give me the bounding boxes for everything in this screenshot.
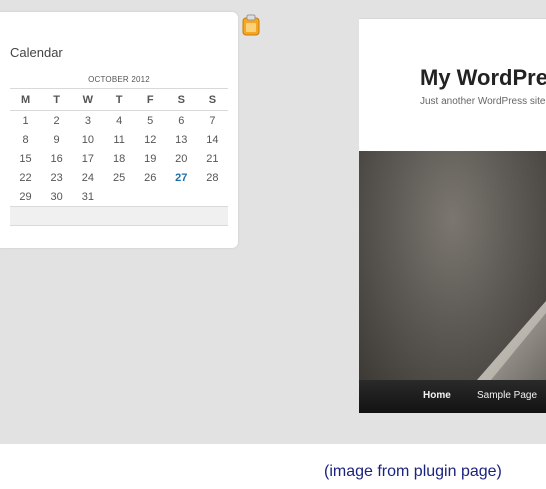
calendar-week-row: 29 30 31 (10, 187, 228, 207)
calendar-nav-footer (10, 206, 228, 226)
calendar: OCTOBER 2012 M T W T F S S 1 2 3 4 5 6 7… (10, 72, 228, 226)
calendar-day: 1 (22, 114, 29, 127)
calendar-day: 13 (175, 133, 188, 146)
calendar-day (135, 187, 166, 207)
calendar-week-row: 8 9 10 11 12 13 14 (10, 130, 228, 149)
calendar-day: 11 (113, 133, 125, 146)
calendar-day: 15 (19, 152, 32, 165)
calendar-day: 30 (50, 190, 63, 203)
calendar-day: 9 (53, 133, 60, 146)
weekday-header: M (10, 88, 42, 111)
calendar-day: 2 (53, 114, 60, 127)
calendar-day: 12 (144, 133, 157, 146)
site-navigation: Home Sample Page (359, 380, 546, 413)
calendar-week-row: 15 16 17 18 19 20 21 (10, 149, 228, 168)
calendar-day: 10 (81, 133, 94, 146)
calendar-day: 4 (116, 114, 123, 127)
calendar-day: 26 (144, 171, 157, 184)
calendar-week-row: 1 2 3 4 5 6 7 (10, 111, 228, 131)
site-tagline: Just another WordPress site (420, 96, 546, 107)
weekday-header: S (165, 88, 197, 111)
nav-home-link[interactable]: Home (423, 390, 451, 401)
weekday-header: T (103, 88, 135, 111)
calendar-day: 16 (50, 152, 63, 165)
calendar-day: 8 (22, 133, 29, 146)
calendar-footer-row (10, 206, 228, 226)
nav-sample-page-link[interactable]: Sample Page (477, 390, 537, 401)
calendar-day: 29 (19, 190, 32, 203)
calendar-day: 5 (147, 114, 154, 127)
image-caption: (image from plugin page) (324, 463, 502, 480)
calendar-day: 24 (81, 171, 94, 184)
calendar-day: 3 (84, 114, 91, 127)
wordpress-site-preview: My WordPress Just another WordPress site… (359, 18, 546, 413)
calendar-day: 23 (50, 171, 63, 184)
weekday-header: W (72, 88, 104, 111)
calendar-day: 28 (206, 171, 219, 184)
calendar-day: 19 (144, 152, 157, 165)
calendar-day: 7 (209, 114, 216, 127)
calendar-day: 22 (19, 171, 32, 184)
weekday-header: S (196, 88, 228, 111)
calendar-day: 14 (206, 133, 219, 146)
site-title[interactable]: My WordPress (420, 65, 546, 91)
calendar-caption: OCTOBER 2012 (88, 75, 150, 84)
calendar-day: 17 (81, 152, 94, 165)
weekday-header-row: M T W T F S S (10, 88, 228, 111)
calendar-day: 25 (113, 171, 126, 184)
calendar-day (166, 187, 197, 207)
calendar-day: 6 (178, 114, 185, 127)
calendar-day: 31 (81, 190, 94, 203)
calendar-day: 20 (175, 152, 188, 165)
header-image (359, 151, 546, 380)
weekday-header: F (134, 88, 166, 111)
calendar-day: 18 (113, 152, 126, 165)
calendar-widget: Calendar OCTOBER 2012 M T W T F S S 1 2 (0, 12, 238, 248)
clipboard-icon[interactable] (241, 14, 261, 36)
calendar-week-row: 22 23 24 25 26 27 28 (10, 168, 228, 187)
weekday-header: T (41, 88, 73, 111)
calendar-day: 21 (206, 152, 219, 165)
calendar-day (197, 187, 228, 207)
widget-title: Calendar (10, 45, 63, 60)
calendar-table: M T W T F S S 1 2 3 4 5 6 7 8 9 10 11 12… (10, 88, 228, 226)
calendar-day-today[interactable]: 27 (166, 168, 197, 187)
calendar-day (104, 187, 135, 207)
